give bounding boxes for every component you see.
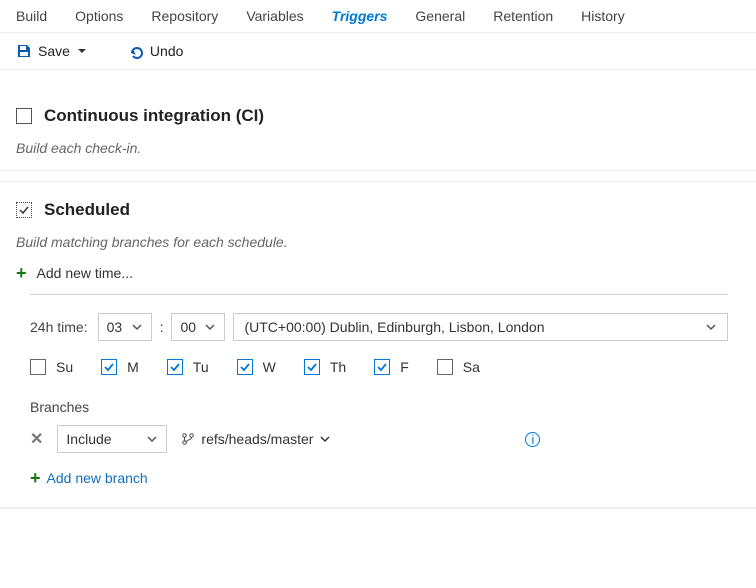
branch-icon bbox=[181, 432, 195, 446]
day-f[interactable]: F bbox=[374, 359, 409, 375]
chevron-down-icon bbox=[131, 321, 143, 333]
branch-mode-value: Include bbox=[66, 431, 111, 447]
branch-ref-select[interactable]: refs/heads/master bbox=[181, 431, 331, 447]
info-icon[interactable]: i bbox=[525, 432, 540, 447]
chevron-down-icon bbox=[319, 433, 331, 445]
ci-desc: Build each check-in. bbox=[16, 140, 740, 156]
chevron-down-icon bbox=[705, 321, 717, 333]
hour-select[interactable]: 03 bbox=[98, 313, 152, 341]
day-tu[interactable]: Tu bbox=[167, 359, 209, 375]
scheduled-desc: Build matching branches for each schedul… bbox=[16, 234, 740, 250]
day-checkbox[interactable] bbox=[237, 359, 253, 375]
add-branch-button[interactable]: + Add new branch bbox=[30, 469, 728, 487]
ci-title: Continuous integration (CI) bbox=[44, 106, 264, 126]
plus-icon: + bbox=[30, 469, 41, 487]
day-su[interactable]: Su bbox=[30, 359, 73, 375]
time-block: 24h time: 03 : 00 (UTC+00:00) Dublin, Ed… bbox=[30, 294, 728, 487]
day-checkbox[interactable] bbox=[437, 359, 453, 375]
delete-branch-button[interactable]: ✕ bbox=[30, 429, 43, 449]
minute-select[interactable]: 00 bbox=[171, 313, 225, 341]
ci-section: Continuous integration (CI) Build each c… bbox=[0, 88, 756, 171]
scheduled-section: Scheduled Build matching branches for ea… bbox=[0, 181, 756, 508]
scheduled-title: Scheduled bbox=[44, 200, 130, 220]
tab-triggers[interactable]: Triggers bbox=[332, 8, 388, 24]
day-label: Tu bbox=[193, 359, 209, 375]
divider bbox=[0, 508, 756, 509]
day-sa[interactable]: Sa bbox=[437, 359, 480, 375]
timezone-value: (UTC+00:00) Dublin, Edinburgh, Lisbon, L… bbox=[244, 319, 544, 335]
day-label: M bbox=[127, 359, 139, 375]
chevron-down-icon bbox=[146, 433, 158, 445]
day-checkbox[interactable] bbox=[167, 359, 183, 375]
branch-row: ✕ Include refs/heads/master i bbox=[30, 425, 728, 453]
tab-repository[interactable]: Repository bbox=[151, 8, 218, 24]
branch-mode-select[interactable]: Include bbox=[57, 425, 167, 453]
add-time-label: Add new time... bbox=[37, 265, 134, 281]
tab-options[interactable]: Options bbox=[75, 8, 123, 24]
tab-history[interactable]: History bbox=[581, 8, 625, 24]
day-checkbox[interactable] bbox=[374, 359, 390, 375]
day-label: Sa bbox=[463, 359, 480, 375]
minute-value: 00 bbox=[180, 319, 196, 335]
day-label: F bbox=[400, 359, 409, 375]
undo-label: Undo bbox=[150, 43, 183, 59]
day-label: W bbox=[263, 359, 276, 375]
days-row: Su M Tu W Th F Sa bbox=[30, 359, 728, 375]
add-branch-label: Add new branch bbox=[47, 470, 148, 486]
scheduled-checkbox[interactable] bbox=[16, 202, 32, 218]
time-label: 24h time: bbox=[30, 319, 88, 335]
branch-ref-value: refs/heads/master bbox=[201, 431, 313, 447]
day-label: Su bbox=[56, 359, 73, 375]
tab-retention[interactable]: Retention bbox=[493, 8, 553, 24]
day-m[interactable]: M bbox=[101, 359, 139, 375]
tab-build[interactable]: Build bbox=[16, 8, 47, 24]
toolbar: Save Undo bbox=[0, 33, 756, 70]
save-button[interactable]: Save bbox=[16, 43, 88, 59]
day-checkbox[interactable] bbox=[304, 359, 320, 375]
day-w[interactable]: W bbox=[237, 359, 276, 375]
day-checkbox[interactable] bbox=[30, 359, 46, 375]
tabs-bar: Build Options Repository Variables Trigg… bbox=[0, 0, 756, 33]
chevron-down-icon bbox=[76, 45, 88, 57]
undo-button[interactable]: Undo bbox=[128, 43, 183, 59]
tab-variables[interactable]: Variables bbox=[246, 8, 303, 24]
save-icon bbox=[16, 43, 32, 59]
day-th[interactable]: Th bbox=[304, 359, 346, 375]
save-label: Save bbox=[38, 43, 70, 59]
tab-general[interactable]: General bbox=[415, 8, 465, 24]
time-colon: : bbox=[160, 319, 164, 335]
timezone-select[interactable]: (UTC+00:00) Dublin, Edinburgh, Lisbon, L… bbox=[233, 313, 728, 341]
undo-icon bbox=[128, 43, 144, 59]
ci-checkbox[interactable] bbox=[16, 108, 32, 124]
add-new-time[interactable]: + Add new time... bbox=[16, 264, 740, 288]
chevron-down-icon bbox=[204, 321, 216, 333]
day-checkbox[interactable] bbox=[101, 359, 117, 375]
day-label: Th bbox=[330, 359, 346, 375]
hour-value: 03 bbox=[107, 319, 123, 335]
plus-icon: + bbox=[16, 264, 27, 282]
branches-label: Branches bbox=[30, 399, 728, 415]
